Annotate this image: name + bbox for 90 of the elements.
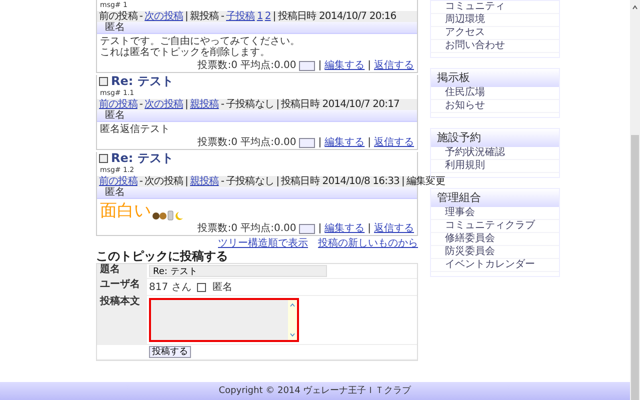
nav-link[interactable]: 2 [264, 11, 271, 22]
title-text: Re: テスト [111, 75, 174, 88]
post-text: これは匿名でトピックを削除します。 [100, 47, 271, 58]
sidebar-heading: 施設予約 [431, 129, 559, 147]
nav-text: 前の投稿 [99, 11, 138, 22]
form-label: ユーザ名 [97, 279, 147, 295]
nav-text: | [318, 223, 322, 234]
nav-text: | [185, 176, 188, 187]
nav-text: | [318, 137, 322, 148]
nav-link[interactable]: 前の投稿 [99, 176, 138, 187]
sort-link[interactable]: 投稿の新しいものから [318, 238, 418, 249]
title-text: Re: テスト [111, 152, 174, 165]
post-text: 面白い [100, 201, 151, 221]
nav-link[interactable]: 前の投稿 [99, 99, 138, 110]
sidebar-heading: 掲示板 [431, 69, 559, 87]
sidebar-item[interactable]: 理事会 [431, 207, 559, 220]
nav-link[interactable]: 返信する [374, 137, 414, 148]
nav-link[interactable]: 親投稿 [190, 99, 219, 110]
nav-text: | [276, 176, 280, 187]
nav-text: 投稿日時 2014/10/8 16:33 [281, 176, 400, 187]
anonymous-checkbox[interactable] [197, 282, 206, 292]
nav-text: 親投稿 [190, 11, 219, 22]
nav-link[interactable]: 次の投稿 [144, 99, 184, 110]
vote-stats: 投票数:0 平均点:0.00 [198, 137, 296, 148]
nav-text: | [368, 137, 371, 148]
nav-link[interactable]: 編集する [324, 137, 365, 148]
nav-text: - [220, 99, 224, 110]
form-heading: このトピックに投稿する [96, 249, 229, 263]
sidebar-item[interactable]: 周辺環境 [431, 14, 559, 27]
emoji-icons-drawing [152, 209, 184, 221]
nav-text: 次の投稿 [144, 176, 184, 187]
sidebar-item[interactable]: イベントカレンダー [431, 259, 559, 272]
vote-icon[interactable] [299, 60, 316, 70]
sort-link[interactable]: ツリー構造順で表示 [218, 238, 308, 249]
user-name: 817 さん [149, 281, 192, 294]
nav-link[interactable]: 編集する [324, 223, 365, 234]
sidebar-item[interactable]: コミュニティ [431, 1, 559, 14]
nav-link[interactable]: 次の投稿 [144, 11, 184, 22]
vote-icon[interactable] [299, 224, 316, 234]
textarea-scrollbar-drawing [288, 300, 297, 340]
sidebar-item[interactable]: お問い合わせ [431, 40, 559, 53]
nav-text: | [368, 223, 371, 234]
vote-icon[interactable] [299, 138, 316, 148]
sidebar-item[interactable]: アクセス [431, 27, 559, 40]
nav-text: | [185, 99, 188, 110]
nav-text: | [368, 60, 371, 71]
nav-text: - [220, 11, 224, 22]
sidebar-item[interactable]: 修繕委員会 [431, 233, 559, 246]
nav-text: 子投稿なし [226, 99, 274, 110]
sidebar-item[interactable]: お知らせ [431, 100, 559, 113]
sidebar-item[interactable]: 利用規則 [431, 160, 559, 173]
footer-bar: Copyright © 2014 ヴェレーナ王子ＩＴクラブ [0, 382, 630, 400]
checkbox-label: 匿名 [212, 281, 232, 294]
nav-text: - [139, 11, 143, 22]
nav-text: 投稿日時 2014/10/7 20:16 [278, 11, 396, 22]
vote-stats: 投票数:0 平均点:0.00 [198, 60, 296, 71]
body-textarea[interactable] [149, 298, 299, 342]
sidebar-item[interactable]: 予約状況確認 [431, 147, 559, 160]
form-label: 題名 [97, 264, 147, 278]
nav-link[interactable]: 親投稿 [190, 176, 219, 187]
submit-button[interactable]: 投稿する [149, 346, 191, 358]
nav-text: 子投稿なし [226, 176, 274, 187]
nav-text: | [185, 11, 188, 22]
nav-text: | [272, 11, 276, 22]
sidebar-item[interactable]: コミュニティクラブ [431, 220, 559, 233]
post-text: テストです。ご自由にやってみてください。 [100, 36, 301, 47]
nav-text: - [220, 176, 224, 187]
nav-link[interactable]: 1 [256, 11, 263, 22]
sidebar-item[interactable]: 住民広場 [431, 87, 559, 100]
nav-text: 投稿日時 2014/10/7 20:17 [281, 99, 400, 110]
nav-text: - [139, 99, 143, 110]
subject-field[interactable]: Re: テスト [149, 265, 327, 277]
nav-text: | [402, 176, 404, 187]
nav-link[interactable]: 返信する [374, 223, 414, 234]
vote-stats: 投票数:0 平均点:0.00 [198, 223, 296, 234]
nav-text: | [276, 99, 280, 110]
sidebar-heading: 管理組合 [431, 189, 559, 207]
author-name: 匿名 [105, 187, 125, 198]
square-icon [99, 77, 108, 86]
post-text: 匿名返信テスト [100, 124, 171, 135]
nav-text: | [318, 60, 322, 71]
nav-link[interactable]: 編集する [324, 60, 365, 71]
nav-link[interactable]: 子投稿 [226, 11, 255, 22]
author-name: 匿名 [105, 22, 125, 33]
author-name: 匿名 [105, 110, 125, 121]
sidebar-item[interactable]: 防災委員会 [431, 246, 559, 259]
form-label: 投稿本文 [97, 296, 147, 344]
nav-text: - [139, 176, 143, 187]
square-icon [99, 154, 108, 163]
nav-link[interactable]: 返信する [374, 60, 414, 71]
